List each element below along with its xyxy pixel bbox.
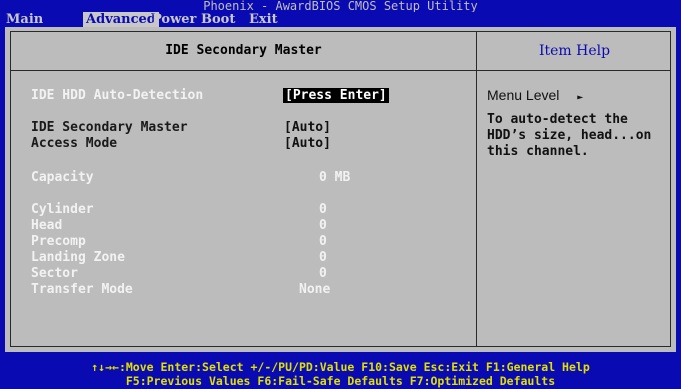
help-title: Item Help: [538, 43, 611, 59]
landing-zone-value: 0: [319, 250, 327, 265]
footer-line-1: ↑↓→←:Move Enter:Select +/-/PU/PD:Value F…: [91, 360, 590, 374]
field-label: IDE HDD Auto-Detection: [31, 88, 204, 103]
field-label: Capacity: [31, 170, 94, 185]
auto-detect-value[interactable]: [Press Enter]: [283, 88, 389, 103]
head-value: 0: [319, 218, 327, 233]
field-label: Access Mode: [31, 136, 118, 151]
field-label: Cylinder: [31, 202, 94, 217]
field-label: IDE Secondary Master: [31, 120, 188, 135]
header-divider: [11, 70, 670, 71]
precomp-value: 0: [319, 234, 327, 249]
menu-level: Menu Level ►: [487, 87, 583, 104]
main-panel: IDE Secondary Master Item Help IDE HDD A…: [5, 27, 676, 352]
key-help-footer: ↑↓→←:Move Enter:Select +/-/PU/PD:Value F…: [0, 357, 681, 389]
menu-exit[interactable]: Exit: [249, 12, 278, 27]
help-line-3: this channel.: [487, 144, 589, 159]
field-label: Head: [31, 218, 63, 233]
secondary-master-value[interactable]: [Auto]: [284, 120, 331, 135]
transfer-mode-value: None: [299, 282, 331, 297]
panel-title: IDE Secondary Master: [165, 43, 322, 58]
menu-advanced[interactable]: Advanced: [83, 12, 159, 27]
menu-level-label: Menu Level: [487, 87, 560, 103]
access-mode-value[interactable]: [Auto]: [284, 136, 331, 151]
field-label: Transfer Mode: [31, 282, 133, 297]
menu-power[interactable]: Power: [152, 12, 196, 27]
field-label: Sector: [31, 266, 78, 281]
column-divider: [476, 32, 477, 346]
sector-value: 0: [319, 266, 327, 281]
cylinder-value: 0: [319, 202, 327, 217]
panel-frame: IDE Secondary Master Item Help IDE HDD A…: [10, 31, 671, 347]
triangle-right-icon: ►: [577, 92, 584, 103]
menu-bar: Main Advanced Power Boot Exit: [0, 12, 681, 27]
window-title: Phoenix - AwardBIOS CMOS Setup Utility: [0, 0, 681, 12]
capacity-value: 0 MB: [319, 170, 351, 185]
field-label: Landing Zone: [31, 250, 125, 265]
help-line-2: HDD’s size, head...on: [487, 128, 652, 143]
menu-main[interactable]: Main: [6, 12, 43, 27]
menu-boot[interactable]: Boot: [201, 12, 235, 27]
footer-line-2: F5:Previous Values F6:Fail-Safe Defaults…: [125, 374, 556, 388]
help-line-1: To auto-detect the: [487, 112, 628, 127]
field-label: Precomp: [31, 234, 86, 249]
